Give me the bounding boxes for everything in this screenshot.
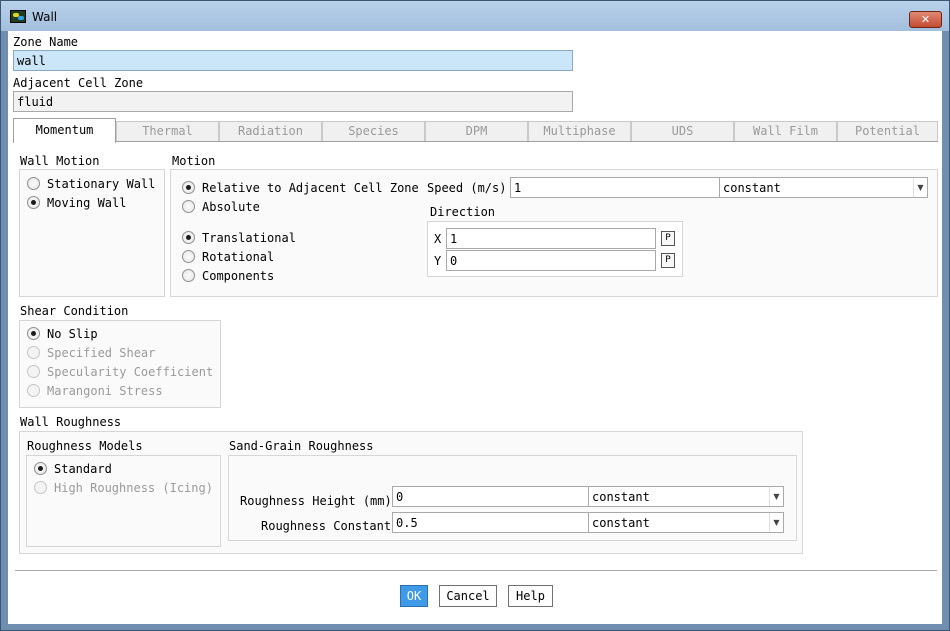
radio-label: Specified Shear <box>47 346 156 360</box>
tab-radiation[interactable]: Radiation <box>219 121 322 142</box>
radio-indicator <box>27 384 40 397</box>
radio-indicator <box>27 365 40 378</box>
chevron-down-icon: ▼ <box>769 487 783 506</box>
zone-name-label: Zone Name <box>13 35 79 49</box>
shear-condition-group: No Slip Specified Shear Specularity Coef… <box>19 320 221 408</box>
radio-label: Marangoni Stress <box>47 384 163 398</box>
roughness-models-group: Standard High Roughness (Icing) <box>26 455 221 547</box>
shear-condition-title: Shear Condition <box>20 304 129 318</box>
tab-potential[interactable]: Potential <box>837 121 938 142</box>
radio-label: Specularity Coefficient <box>47 365 214 379</box>
radio-indicator <box>182 231 195 244</box>
radio-indicator <box>34 462 47 475</box>
roughness-constant-input[interactable]: 0.5 <box>392 512 589 533</box>
radio-label: Absolute <box>202 200 260 214</box>
close-icon: ✕ <box>920 13 931 26</box>
radio-indicator <box>27 327 40 340</box>
tab-uds[interactable]: UDS <box>631 121 734 142</box>
tab-thermal[interactable]: Thermal <box>116 121 219 142</box>
radio-indicator <box>182 200 195 213</box>
wall-roughness-group: Roughness Models Standard High Roughness… <box>19 431 803 554</box>
radio-indicator <box>182 250 195 263</box>
radio-label: Relative to Adjacent Cell Zone <box>202 181 419 195</box>
tab-species[interactable]: Species <box>322 121 425 142</box>
window-title: Wall <box>32 10 58 24</box>
roughness-height-mode-dropdown[interactable]: constant ▼ <box>588 486 784 507</box>
radio-indicator <box>27 346 40 359</box>
sand-grain-title: Sand-Grain Roughness <box>229 439 374 453</box>
parameter-x-button[interactable]: P <box>661 231 675 246</box>
motion-group: Relative to Adjacent Cell Zone Absolute … <box>170 169 938 297</box>
speed-label: Speed (m/s) <box>427 181 507 195</box>
radio-label: Rotational <box>202 250 275 264</box>
x-label: X <box>434 232 442 246</box>
direction-y-input[interactable]: 0 <box>446 250 656 271</box>
ok-button[interactable]: OK <box>400 585 428 607</box>
tab-momentum[interactable]: Momentum <box>13 118 116 143</box>
sand-grain-group: Roughness Height (mm) 0 constant ▼ Rough… <box>228 455 797 541</box>
tab-wall-film[interactable]: Wall Film <box>734 121 837 142</box>
radio-label: Components <box>202 269 275 283</box>
zone-name-input[interactable]: wall <box>13 50 573 71</box>
chevron-down-icon: ▼ <box>913 178 927 197</box>
direction-group: X 1 P Y 0 P <box>427 221 683 277</box>
tab-divider <box>13 141 938 142</box>
parameter-y-button[interactable]: P <box>661 253 675 268</box>
roughness-height-mode-value: constant <box>592 490 650 504</box>
dialog-window: Wall ✕ Zone Name wall Adjacent Cell Zone… <box>0 0 950 631</box>
wall-motion-group: Stationary Wall Moving Wall <box>19 169 165 297</box>
help-button[interactable]: Help <box>508 585 553 607</box>
radio-indicator <box>182 269 195 282</box>
footer-divider <box>15 570 937 571</box>
speed-input[interactable]: 1 <box>510 177 720 198</box>
wall-motion-title: Wall Motion <box>20 154 100 168</box>
radio-label: Moving Wall <box>47 196 127 210</box>
roughness-constant-mode-dropdown[interactable]: constant ▼ <box>588 512 784 533</box>
radio-indicator <box>182 181 195 194</box>
adjacent-zone-field: fluid <box>13 91 573 112</box>
cancel-button[interactable]: Cancel <box>439 585 497 607</box>
app-icon <box>10 10 26 23</box>
roughness-models-title: Roughness Models <box>27 439 143 453</box>
y-label: Y <box>434 254 442 268</box>
dialog-body: Zone Name wall Adjacent Cell Zone fluid … <box>8 31 942 624</box>
adjacent-zone-label: Adjacent Cell Zone <box>13 76 144 90</box>
speed-mode-value: constant <box>723 181 781 195</box>
tab-multiphase[interactable]: Multiphase <box>528 121 631 142</box>
direction-x-input[interactable]: 1 <box>446 228 656 249</box>
radio-indicator <box>34 481 47 494</box>
roughness-height-label: Roughness Height (mm) <box>240 494 392 508</box>
radio-label: Translational <box>202 231 296 245</box>
radio-label: High Roughness (Icing) <box>54 481 213 495</box>
wall-roughness-title: Wall Roughness <box>20 415 122 429</box>
radio-label: Standard <box>54 462 112 476</box>
roughness-height-input[interactable]: 0 <box>392 486 589 507</box>
tab-bar: Momentum Thermal Radiation Species DPM M… <box>13 118 938 143</box>
radio-label: No Slip <box>47 327 98 341</box>
tab-dpm[interactable]: DPM <box>425 121 528 142</box>
chevron-down-icon: ▼ <box>769 513 783 532</box>
direction-label: Direction <box>430 205 496 219</box>
close-button[interactable]: ✕ <box>909 11 942 28</box>
speed-mode-dropdown[interactable]: constant ▼ <box>719 177 928 198</box>
radio-label: Stationary Wall <box>47 177 156 191</box>
radio-indicator <box>27 177 40 190</box>
roughness-constant-label: Roughness Constant <box>261 519 392 533</box>
roughness-constant-mode-value: constant <box>592 516 650 530</box>
title-bar[interactable]: Wall ✕ <box>1 1 949 31</box>
motion-title: Motion <box>172 154 216 168</box>
radio-indicator <box>27 196 40 209</box>
